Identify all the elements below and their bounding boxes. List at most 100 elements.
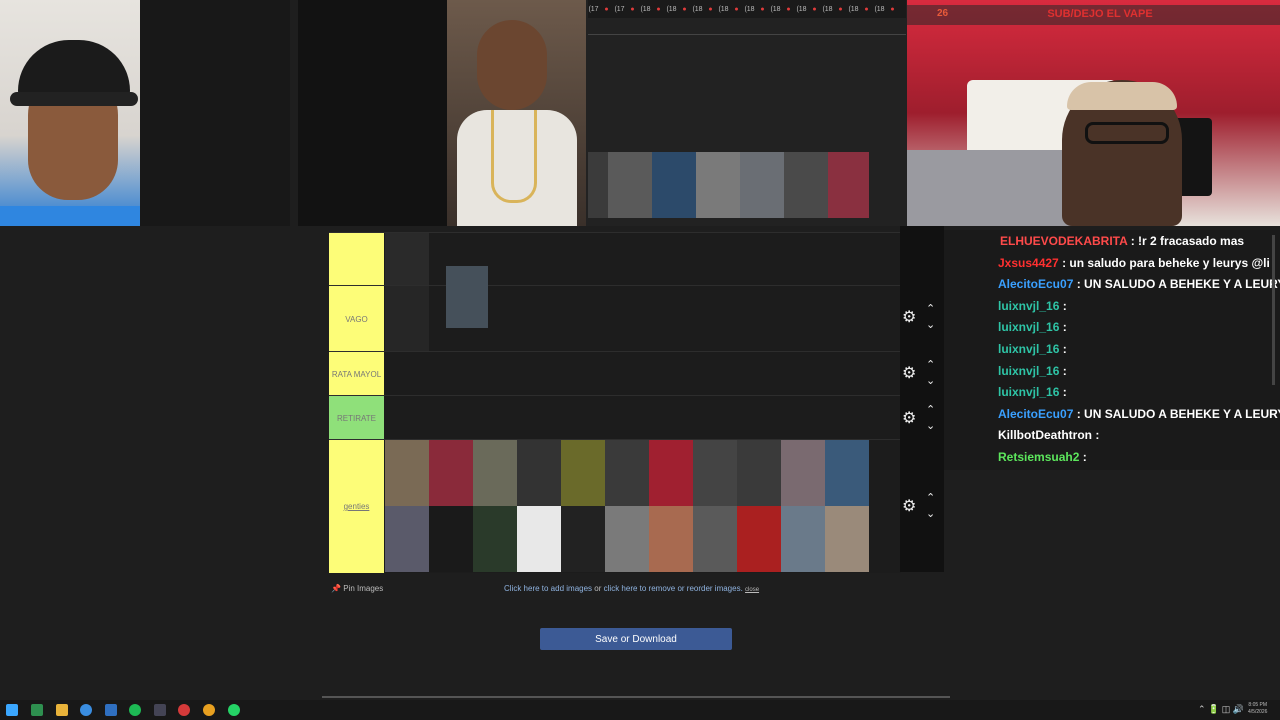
folder-icon[interactable] (56, 704, 68, 716)
chat-username[interactable]: Retsiemsuah2 (998, 450, 1079, 464)
shirt (0, 206, 140, 226)
image-thumb[interactable] (737, 440, 781, 506)
browser-tab[interactable]: (18 (874, 4, 885, 14)
chat-username[interactable]: ELHUEVODEKABRITA (1000, 234, 1127, 248)
windows-start-icon[interactable] (6, 704, 18, 716)
image-thumb[interactable] (517, 506, 561, 572)
app-icon[interactable] (31, 704, 43, 716)
browser-tab[interactable]: (18 (744, 4, 755, 14)
chat-message: AlecitoEcu07 : UN SALUDO A BEHEKE Y A LE… (998, 407, 1280, 421)
browser-tab[interactable]: (18 (692, 4, 703, 14)
image-thumb[interactable] (693, 440, 737, 506)
save-download-button[interactable]: Save or Download (540, 628, 732, 650)
chat-text: : (1062, 363, 1067, 378)
image-thumb[interactable] (693, 506, 737, 572)
chevron-up-icon[interactable]: ⌃ (926, 302, 935, 315)
chevron-down-icon[interactable]: ⌄ (926, 374, 935, 387)
image-thumb[interactable] (784, 152, 828, 218)
browser-tab[interactable]: (18 (640, 4, 651, 14)
gear-icon[interactable]: ⚙ (902, 307, 916, 327)
browser-tab[interactable]: (18 (822, 4, 833, 14)
system-tray[interactable]: ⌃ 🔋 ◫ 🔊 (1198, 704, 1244, 715)
image-thumb[interactable] (446, 266, 488, 328)
image-thumb[interactable] (588, 152, 608, 218)
tier-label[interactable]: RATA MAYOL (329, 352, 384, 396)
browser-tab[interactable]: (18 (718, 4, 729, 14)
tier-label[interactable]: genties (329, 440, 384, 573)
tier-label[interactable]: RETIRATE (329, 396, 384, 440)
image-thumb[interactable] (385, 233, 429, 286)
image-thumb[interactable] (605, 440, 649, 506)
chat-username[interactable]: KillbotDeathtron (998, 428, 1092, 442)
chat-scrollbar[interactable] (1272, 235, 1275, 385)
chat-username[interactable]: AlecitoEcu07 (998, 407, 1073, 421)
image-thumb[interactable] (429, 506, 473, 572)
whatsapp-icon[interactable] (228, 704, 240, 716)
chat-message: luixnvjl_16 : (998, 299, 1067, 313)
pin-images[interactable]: 📌 Pin Images (331, 584, 383, 593)
image-thumb[interactable] (561, 440, 605, 506)
image-thumb[interactable] (737, 506, 781, 572)
chat-username[interactable]: luixnvjl_16 (998, 364, 1059, 378)
image-thumb[interactable] (473, 506, 517, 572)
chevron-up-icon[interactable]: ⌃ (926, 403, 935, 416)
image-thumb[interactable] (561, 506, 605, 572)
edge-icon[interactable] (80, 704, 92, 716)
chat-text: : !r 2 fracasado mas (1130, 234, 1245, 248)
chat-username[interactable]: luixnvjl_16 (998, 299, 1059, 313)
image-thumb[interactable] (781, 440, 825, 506)
image-thumb[interactable] (385, 440, 429, 506)
chrome-icon[interactable] (178, 704, 190, 716)
image-thumb[interactable] (429, 440, 473, 506)
chat-username[interactable]: luixnvjl_16 (998, 385, 1059, 399)
app-icon[interactable] (154, 704, 166, 716)
image-thumb[interactable] (608, 152, 652, 218)
chat-username[interactable]: Jxsus4427 (998, 256, 1059, 270)
chevron-up-icon[interactable]: ⌃ (926, 491, 935, 504)
chrome-icon[interactable] (203, 704, 215, 716)
chat-username[interactable]: luixnvjl_16 (998, 342, 1059, 356)
chevron-up-icon[interactable]: ⌃ (926, 358, 935, 371)
add-images-link[interactable]: Click here to add images (504, 584, 592, 593)
browser-tab[interactable]: (18 (848, 4, 859, 14)
image-thumb[interactable] (825, 506, 869, 572)
remove-images-link[interactable]: click here to remove or reorder images. (604, 584, 743, 593)
image-thumb[interactable] (825, 440, 869, 506)
image-thumb[interactable] (781, 506, 825, 572)
gear-icon[interactable]: ⚙ (902, 496, 916, 516)
clock[interactable]: 8:05 PM 4/5/2026 (1248, 702, 1267, 716)
browser-tab[interactable]: (18 (796, 4, 807, 14)
tier-label[interactable]: VAGO (329, 286, 384, 352)
image-thumb[interactable] (649, 506, 693, 572)
image-thumb[interactable] (605, 506, 649, 572)
store-icon[interactable] (105, 704, 117, 716)
image-thumb[interactable] (696, 152, 740, 218)
image-thumb[interactable] (740, 152, 784, 218)
browser-tab-strip[interactable]: (17 ● (17 ● (18 ● (18 ● (18 ● (18 ● (18 ● (18 ● (18 ● (18 ●… (588, 0, 906, 18)
image-thumb[interactable] (517, 440, 561, 506)
browser-tab[interactable]: (17 (614, 4, 625, 14)
horizontal-scrollbar[interactable] (322, 696, 950, 698)
close-link[interactable]: close (745, 587, 759, 593)
spotify-icon[interactable] (129, 704, 141, 716)
tab-recording-icon: ● (604, 5, 609, 13)
browser-tab[interactable]: (17 (588, 4, 599, 14)
image-thumb[interactable] (385, 506, 429, 572)
gear-icon[interactable]: ⚙ (902, 408, 916, 428)
browser-tab[interactable]: (18 (770, 4, 781, 14)
chat-username[interactable]: AlecitoEcu07 (998, 277, 1073, 291)
chevron-down-icon[interactable]: ⌄ (926, 419, 935, 432)
chat-text: : UN SALUDO A BEHEKE Y A LEURY (1076, 277, 1280, 292)
tier-label[interactable] (329, 233, 384, 286)
chat-username[interactable]: luixnvjl_16 (998, 320, 1059, 334)
tab-recording-icon: ● (708, 5, 713, 13)
chevron-down-icon[interactable]: ⌄ (926, 318, 935, 331)
image-thumb[interactable] (473, 440, 517, 506)
image-thumb[interactable] (385, 286, 429, 352)
gear-icon[interactable]: ⚙ (902, 363, 916, 383)
image-thumb[interactable] (828, 152, 869, 218)
image-thumb[interactable] (652, 152, 696, 218)
browser-tab[interactable]: (18 (666, 4, 677, 14)
image-thumb[interactable] (649, 440, 693, 506)
chevron-down-icon[interactable]: ⌄ (926, 507, 935, 520)
